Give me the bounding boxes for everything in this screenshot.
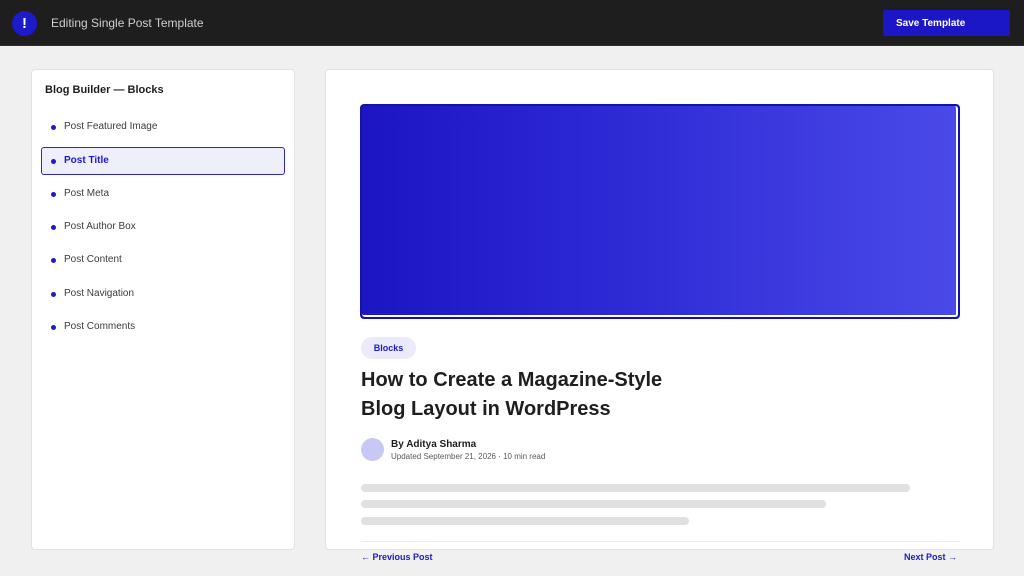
divider xyxy=(361,541,960,542)
block-item-label: Post Comments xyxy=(64,321,136,332)
block-item-label: Post Content xyxy=(64,254,122,265)
post-title-line: How to Create a Magazine-Style xyxy=(361,369,663,391)
logo-icon[interactable]: ! xyxy=(12,11,37,36)
bullet-icon xyxy=(51,258,56,263)
block-item-label: Post Meta xyxy=(64,188,110,199)
block-item-label: Post Navigation xyxy=(64,288,135,299)
author-avatar xyxy=(361,438,384,461)
editor-title: Editing Single Post Template xyxy=(51,16,204,30)
featured-image-placeholder[interactable] xyxy=(360,104,960,319)
block-item-post-author-box[interactable]: Post Author Box xyxy=(41,213,285,241)
template-canvas: Blocks How to Create a Magazine-Style Bl… xyxy=(325,69,994,550)
next-post-link[interactable]: Next Post → xyxy=(904,552,957,562)
bullet-icon xyxy=(51,192,56,197)
content-placeholder-line xyxy=(361,517,689,525)
panel-heading: Blog Builder — Blocks xyxy=(45,84,164,96)
bullet-icon xyxy=(51,225,56,230)
bullet-icon xyxy=(51,325,56,330)
top-bar: ! Editing Single Post Template Save Temp… xyxy=(0,0,1024,46)
author-name[interactable]: By Aditya Sharma xyxy=(391,439,476,450)
blocks-panel: Blog Builder — Blocks Post Featured Imag… xyxy=(31,69,295,550)
post-title-line: Blog Layout in WordPress xyxy=(361,398,611,420)
block-item-label: Post Title xyxy=(64,155,109,166)
block-item-label: Post Author Box xyxy=(64,221,136,232)
bullet-icon xyxy=(51,125,56,130)
save-template-button[interactable]: Save Template xyxy=(883,10,1010,36)
block-item-post-meta[interactable]: Post Meta xyxy=(41,180,285,208)
post-title[interactable]: How to Create a Magazine-Style Blog Layo… xyxy=(361,366,721,424)
post-meta: Updated September 21, 2026 · 10 min read xyxy=(391,452,546,461)
bullet-icon xyxy=(51,292,56,297)
featured-image-frame xyxy=(362,106,958,317)
block-item-post-comments[interactable]: Post Comments xyxy=(41,313,285,341)
content-placeholder-line xyxy=(361,500,826,508)
block-item-post-content[interactable]: Post Content xyxy=(41,246,285,274)
block-item-label: Post Featured Image xyxy=(64,121,158,132)
category-badge[interactable]: Blocks xyxy=(361,337,416,359)
previous-post-link[interactable]: ← Previous Post xyxy=(361,552,433,562)
block-item-post-navigation[interactable]: Post Navigation xyxy=(41,280,285,308)
content-placeholder-line xyxy=(361,484,910,492)
block-item-post-title[interactable]: Post Title xyxy=(41,147,285,175)
bullet-icon xyxy=(51,159,56,164)
block-item-post-featured-image[interactable]: Post Featured Image xyxy=(41,113,285,141)
